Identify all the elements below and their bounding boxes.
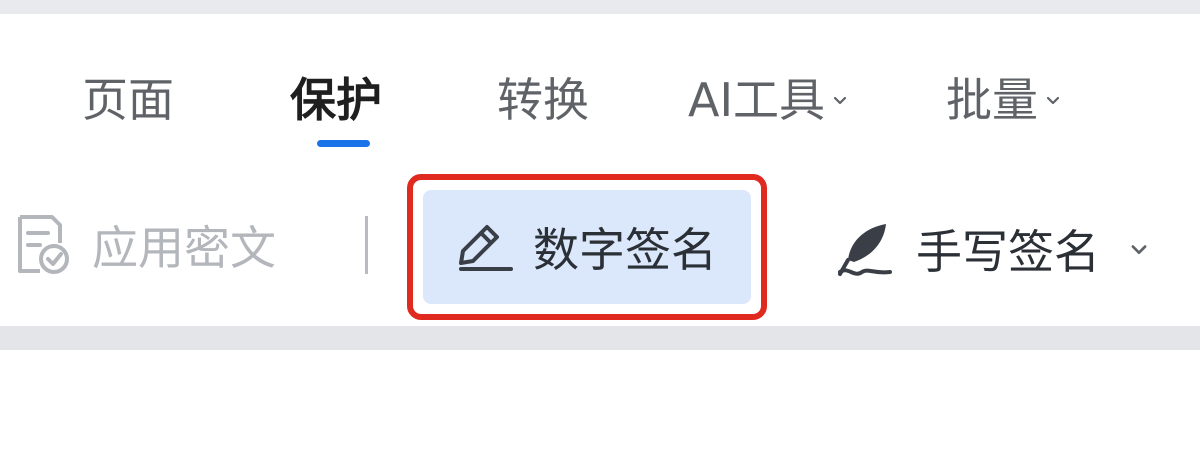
quill-icon [838,224,892,276]
toolbar-divider [365,216,368,274]
active-tab-indicator [317,140,370,147]
handwritten-signature-button[interactable]: 手写签名 [834,216,1150,282]
chevron-down-icon[interactable] [1128,238,1150,260]
document-content-area [0,350,1200,453]
digital-signature-highlight-frame: 数字签名 [407,174,767,320]
tab-protect-label: 保护 [290,73,382,127]
apply-redaction-button[interactable]: 应用密文 [12,212,276,278]
tab-convert-label: 转换 [497,73,589,127]
digital-signature-button[interactable]: 数字签名 [423,190,751,304]
window-top-strip [0,0,1200,14]
apply-redaction-label: 应用密文 [92,221,276,275]
ribbon-toolbar: 应用密文 数字签名 手写签名 [0,154,1200,326]
tab-ai-tools[interactable]: AI工具 [688,72,849,128]
ribbon-tab-bar: 页面 保护 转换 AI工具 批量 [0,14,1200,154]
tab-convert[interactable]: 转换 [497,72,589,128]
tab-page[interactable]: 页面 [82,72,174,128]
chevron-down-icon [1046,96,1060,104]
toolbar-bottom-border [0,326,1200,350]
tab-protect[interactable]: 保护 [290,72,382,128]
handwritten-signature-label: 手写签名 [916,225,1100,279]
tab-batch-label: 批量 [946,73,1038,127]
chevron-down-icon [833,96,847,104]
document-check-icon [18,215,69,274]
tab-batch[interactable]: 批量 [946,72,1062,128]
tab-ai-tools-label: AI工具 [688,73,826,127]
digital-signature-label: 数字签名 [533,223,717,277]
tab-page-label: 页面 [82,73,174,127]
pen-icon [459,225,513,271]
